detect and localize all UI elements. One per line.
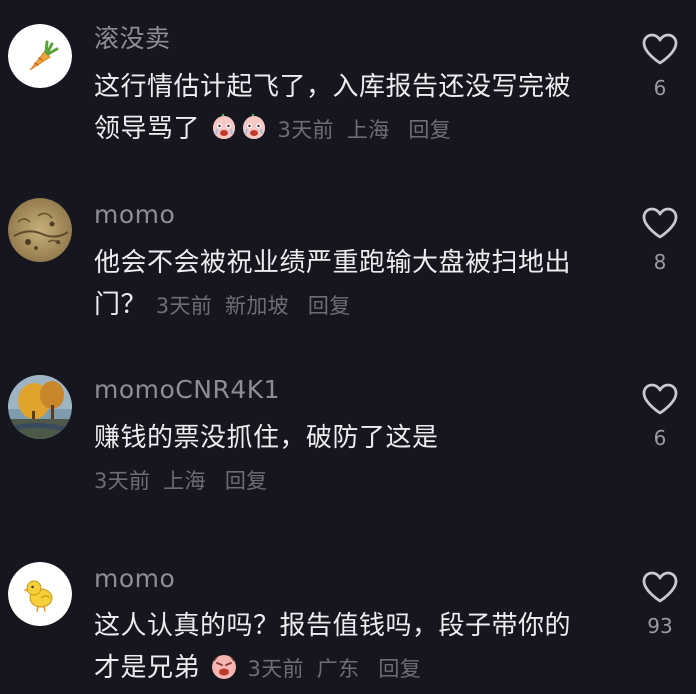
heart-icon[interactable] <box>641 382 679 416</box>
heart-icon[interactable] <box>641 570 679 604</box>
reply-button[interactable]: 回复 <box>408 118 451 142</box>
comment-content: 这行情估计起飞了，入库报告还没写完被领导骂了 3天前 上海 回复 <box>94 66 594 151</box>
reply-button[interactable]: 回复 <box>225 469 268 493</box>
comment-content: 这人认真的吗？报告值钱吗，段子带你的才是兄弟 3天前 广东 回复 <box>94 605 594 690</box>
like-count: 93 <box>647 614 673 638</box>
crying-peach-emoji-icon <box>209 112 239 142</box>
user-avatar[interactable] <box>8 562 72 626</box>
user-avatar[interactable] <box>8 24 72 88</box>
like-button[interactable]: 6 <box>636 32 684 100</box>
like-button[interactable]: 93 <box>636 570 684 638</box>
username[interactable]: 滚没卖 <box>94 23 171 55</box>
username[interactable]: momo <box>94 199 175 231</box>
reply-button[interactable]: 回复 <box>378 657 421 681</box>
comment-meta: 3天前 上海 回复 <box>94 460 594 502</box>
like-count: 6 <box>653 76 667 100</box>
comment-time: 3天前 <box>277 118 334 142</box>
username[interactable]: momo <box>94 563 175 595</box>
comment-time: 3天前 <box>155 294 213 318</box>
comment-meta: 3天前 广东 回复 <box>248 657 421 681</box>
comment-time: 3天前 <box>94 469 151 493</box>
sad-face-emoji-icon <box>209 651 239 681</box>
crying-peach-emoji-icon <box>239 112 269 142</box>
comment-location: 上海 <box>163 469 206 493</box>
painting-avatar-icon <box>8 198 72 262</box>
comment-time: 3天前 <box>247 657 304 681</box>
comment-location: 广东 <box>316 657 360 681</box>
comment-content: 赚钱的票没抓住，破防了这是 3天前 上海 回复 <box>94 417 594 502</box>
heart-icon[interactable] <box>641 32 679 66</box>
comment-text: 赚钱的票没抓住，破防了这是 <box>94 423 439 453</box>
username[interactable]: momoCNR4K1 <box>94 374 280 406</box>
heart-icon[interactable] <box>641 206 679 240</box>
comment-location: 上海 <box>346 118 390 142</box>
comment-meta: 3天前 新加坡 回复 <box>156 294 351 318</box>
like-count: 8 <box>653 250 667 274</box>
like-count: 6 <box>653 426 667 450</box>
carrot-avatar-icon <box>8 24 72 88</box>
comment-location: 新加坡 <box>225 294 289 318</box>
chick-avatar-icon <box>8 562 72 626</box>
like-button[interactable]: 6 <box>636 382 684 450</box>
autumn-tree-avatar-icon <box>8 375 72 439</box>
like-button[interactable]: 8 <box>636 206 684 274</box>
user-avatar[interactable] <box>8 375 72 439</box>
comment-content: 他会不会被祝业绩严重跑输大盘被扫地出门？ 3天前 新加坡 回复 <box>94 242 594 327</box>
reply-button[interactable]: 回复 <box>308 294 351 318</box>
user-avatar[interactable] <box>8 198 72 262</box>
comment-meta: 3天前 上海 回复 <box>278 118 451 142</box>
